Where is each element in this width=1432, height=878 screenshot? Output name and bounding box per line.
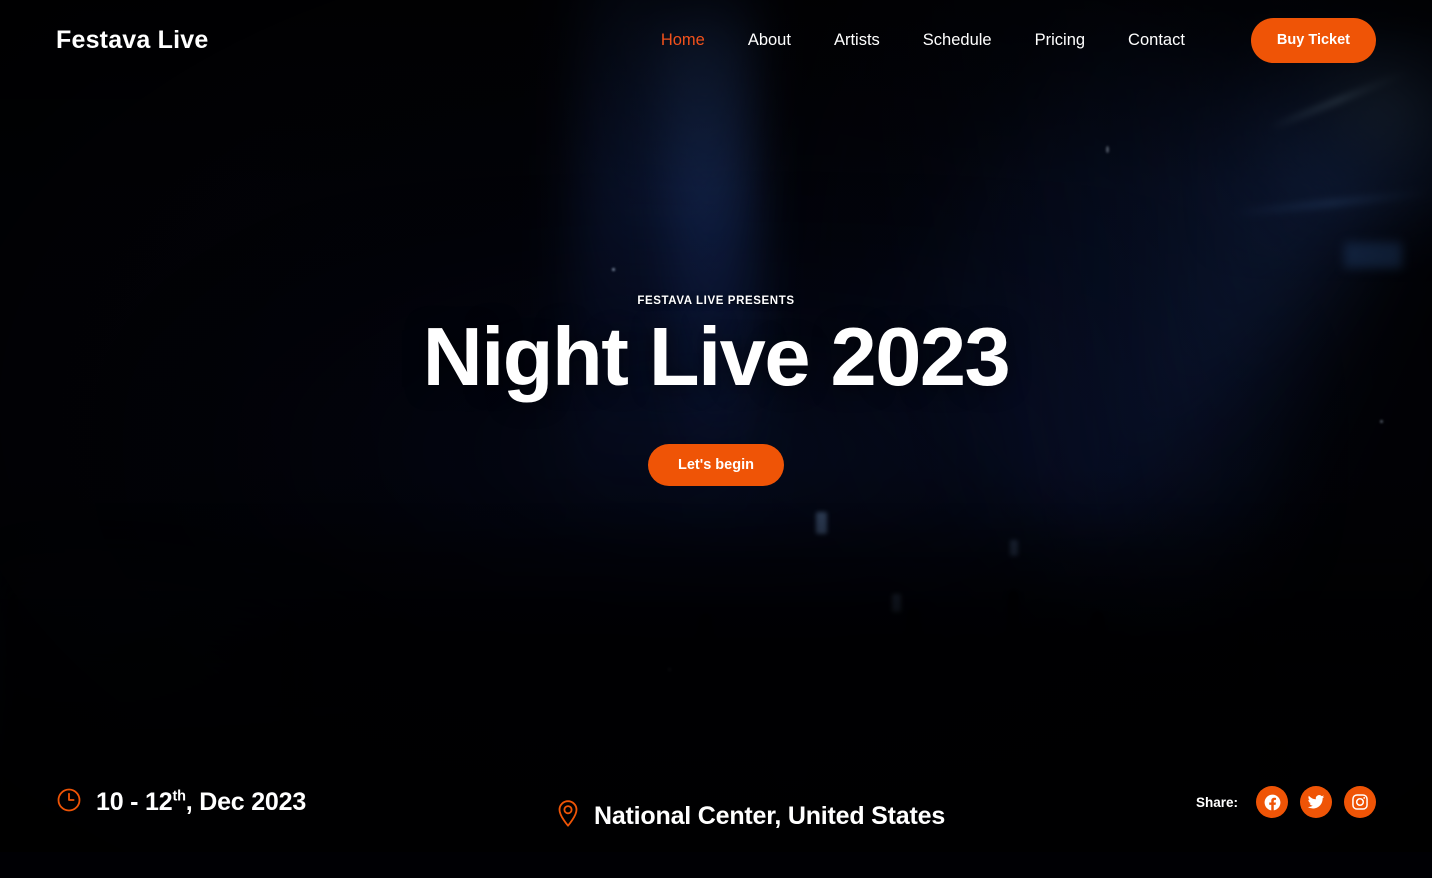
event-date-prefix: 10 - 12 [96,787,173,816]
event-date-text: 10 - 12th, Dec 2023 [96,788,306,817]
lets-begin-button[interactable]: Let's begin [648,443,784,486]
landing-page: Festava Live Home About Artists Schedule… [0,0,1432,878]
share-twitter-icon[interactable] [1300,786,1332,818]
buy-ticket-button[interactable]: Buy Ticket [1250,17,1376,63]
nav-item-about[interactable]: About [748,23,791,58]
hero-eyebrow: FESTAVA LIVE PRESENTS [637,294,795,307]
hero-info-bar: 10 - 12th, Dec 2023 National Center, Uni… [0,748,1432,878]
map-pin-icon [556,799,580,834]
share-section: Share: [1196,786,1376,818]
main-navigation: Home About Artists Schedule Pricing Cont… [661,17,1376,63]
nav-item-contact[interactable]: Contact [1128,23,1185,58]
event-date-suffix: , Dec 2023 [185,787,307,816]
share-label: Share: [1195,794,1238,810]
hero-title: Night Live 2023 [422,309,1011,403]
event-location: National Center, United States [556,799,945,834]
event-date: 10 - 12th, Dec 2023 [56,787,306,818]
event-location-text: National Center, United States [594,802,946,830]
site-header: Festava Live Home About Artists Schedule… [0,0,1432,80]
nav-item-pricing[interactable]: Pricing [1035,23,1085,58]
share-instagram-icon[interactable] [1344,786,1376,818]
event-date-ordinal: th [172,788,186,805]
nav-item-home[interactable]: Home [661,23,705,58]
clock-icon [56,787,82,818]
nav-item-artists[interactable]: Artists [834,23,880,58]
site-logo[interactable]: Festava Live [56,26,209,55]
hero-section: FESTAVA LIVE PRESENTS Night Live 2023 Le… [0,0,1432,760]
share-facebook-icon[interactable] [1256,786,1288,818]
nav-item-schedule[interactable]: Schedule [923,23,992,58]
